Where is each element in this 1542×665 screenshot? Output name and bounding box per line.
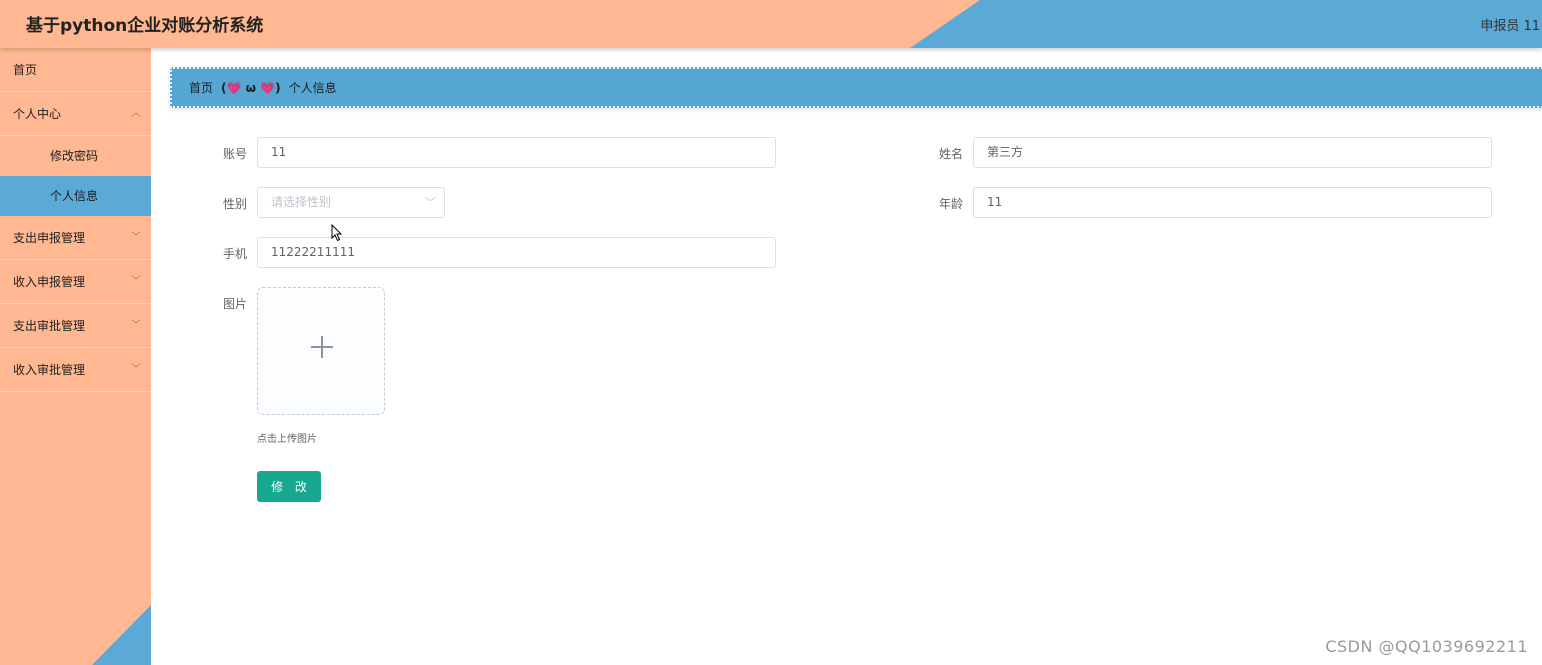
name-label: 姓名 <box>938 147 963 161</box>
sidebar-subitem-label: 修改密码 <box>50 149 99 163</box>
sidebar-item-label: 首页 <box>13 63 38 77</box>
modify-button[interactable]: 修 改 <box>257 471 321 502</box>
gender-select[interactable]: 请选择性别 ﹀ <box>257 187 445 218</box>
app-title: 基于python企业对账分析系统 <box>26 16 264 36</box>
chevron-down-icon: ﹀ <box>131 232 141 243</box>
image-upload-box[interactable] <box>257 287 385 415</box>
chevron-down-icon: ﹀ <box>131 364 141 375</box>
breadcrumb-current: 个人信息 <box>288 81 337 95</box>
sidebar-subitem-change-password[interactable]: 修改密码 <box>0 136 151 176</box>
account-label: 账号 <box>222 147 247 161</box>
sidebar-item-personal-center[interactable]: 个人中心 ︿ <box>0 92 151 136</box>
sidebar-item-label: 个人中心 <box>13 107 62 121</box>
phone-label: 手机 <box>222 247 247 261</box>
image-label: 图片 <box>222 297 247 311</box>
breadcrumb-home-link[interactable]: 首页 <box>189 79 213 96</box>
breadcrumb: 首页 (💗 ω 💗) 个人信息 <box>170 67 1542 108</box>
age-value: 11 <box>987 195 1003 209</box>
sidebar-corner-decoration <box>92 605 151 665</box>
upload-tip: 点击上传图片 <box>257 434 317 445</box>
sidebar-subitem-personal-info[interactable]: 个人信息 <box>0 176 151 216</box>
sidebar-item-label: 支出审批管理 <box>13 319 86 333</box>
chevron-up-icon: ︿ <box>131 108 141 119</box>
age-label: 年龄 <box>938 197 963 211</box>
sidebar-item-label: 收入审批管理 <box>13 363 86 377</box>
phone-value: 11222211111 <box>271 245 355 259</box>
sidebar-item-income-approval[interactable]: 收入审批管理 ﹀ <box>0 348 151 392</box>
sidebar-subitem-label: 个人信息 <box>50 189 99 203</box>
mouse-cursor-icon <box>331 224 343 242</box>
chevron-down-icon: ﹀ <box>425 196 436 209</box>
gender-placeholder: 请选择性别 <box>271 195 332 209</box>
sidebar-item-label: 收入申报管理 <box>13 275 86 289</box>
top-header: 基于python企业对账分析系统 申报员 11 <box>0 0 1542 48</box>
sidebar-item-home[interactable]: 首页 <box>0 48 151 92</box>
sidebar-item-label: 支出申报管理 <box>13 231 86 245</box>
chevron-down-icon: ﹀ <box>131 320 141 331</box>
name-value: 第三方 <box>987 145 1024 159</box>
watermark: CSDN @QQ1039692211 <box>1325 637 1528 656</box>
sidebar: 首页 个人中心 ︿ 修改密码 个人信息 支出申报管理 ﹀ 收入申报管理 ﹀ 支出… <box>0 48 151 665</box>
name-field[interactable]: 第三方 <box>973 137 1492 168</box>
gender-label: 性别 <box>222 197 247 211</box>
current-user-label[interactable]: 申报员 11 <box>1480 15 1540 34</box>
account-field[interactable]: 11 <box>257 137 776 168</box>
age-field[interactable]: 11 <box>973 187 1492 218</box>
sidebar-item-expense-declaration[interactable]: 支出申报管理 ﹀ <box>0 216 151 260</box>
plus-icon <box>311 336 333 358</box>
account-value: 11 <box>271 145 287 159</box>
chevron-down-icon: ﹀ <box>131 276 141 287</box>
sidebar-item-income-declaration[interactable]: 收入申报管理 ﹀ <box>0 260 151 304</box>
breadcrumb-separator: (💗 ω 💗) <box>221 80 281 95</box>
sidebar-item-expense-approval[interactable]: 支出审批管理 ﹀ <box>0 304 151 348</box>
